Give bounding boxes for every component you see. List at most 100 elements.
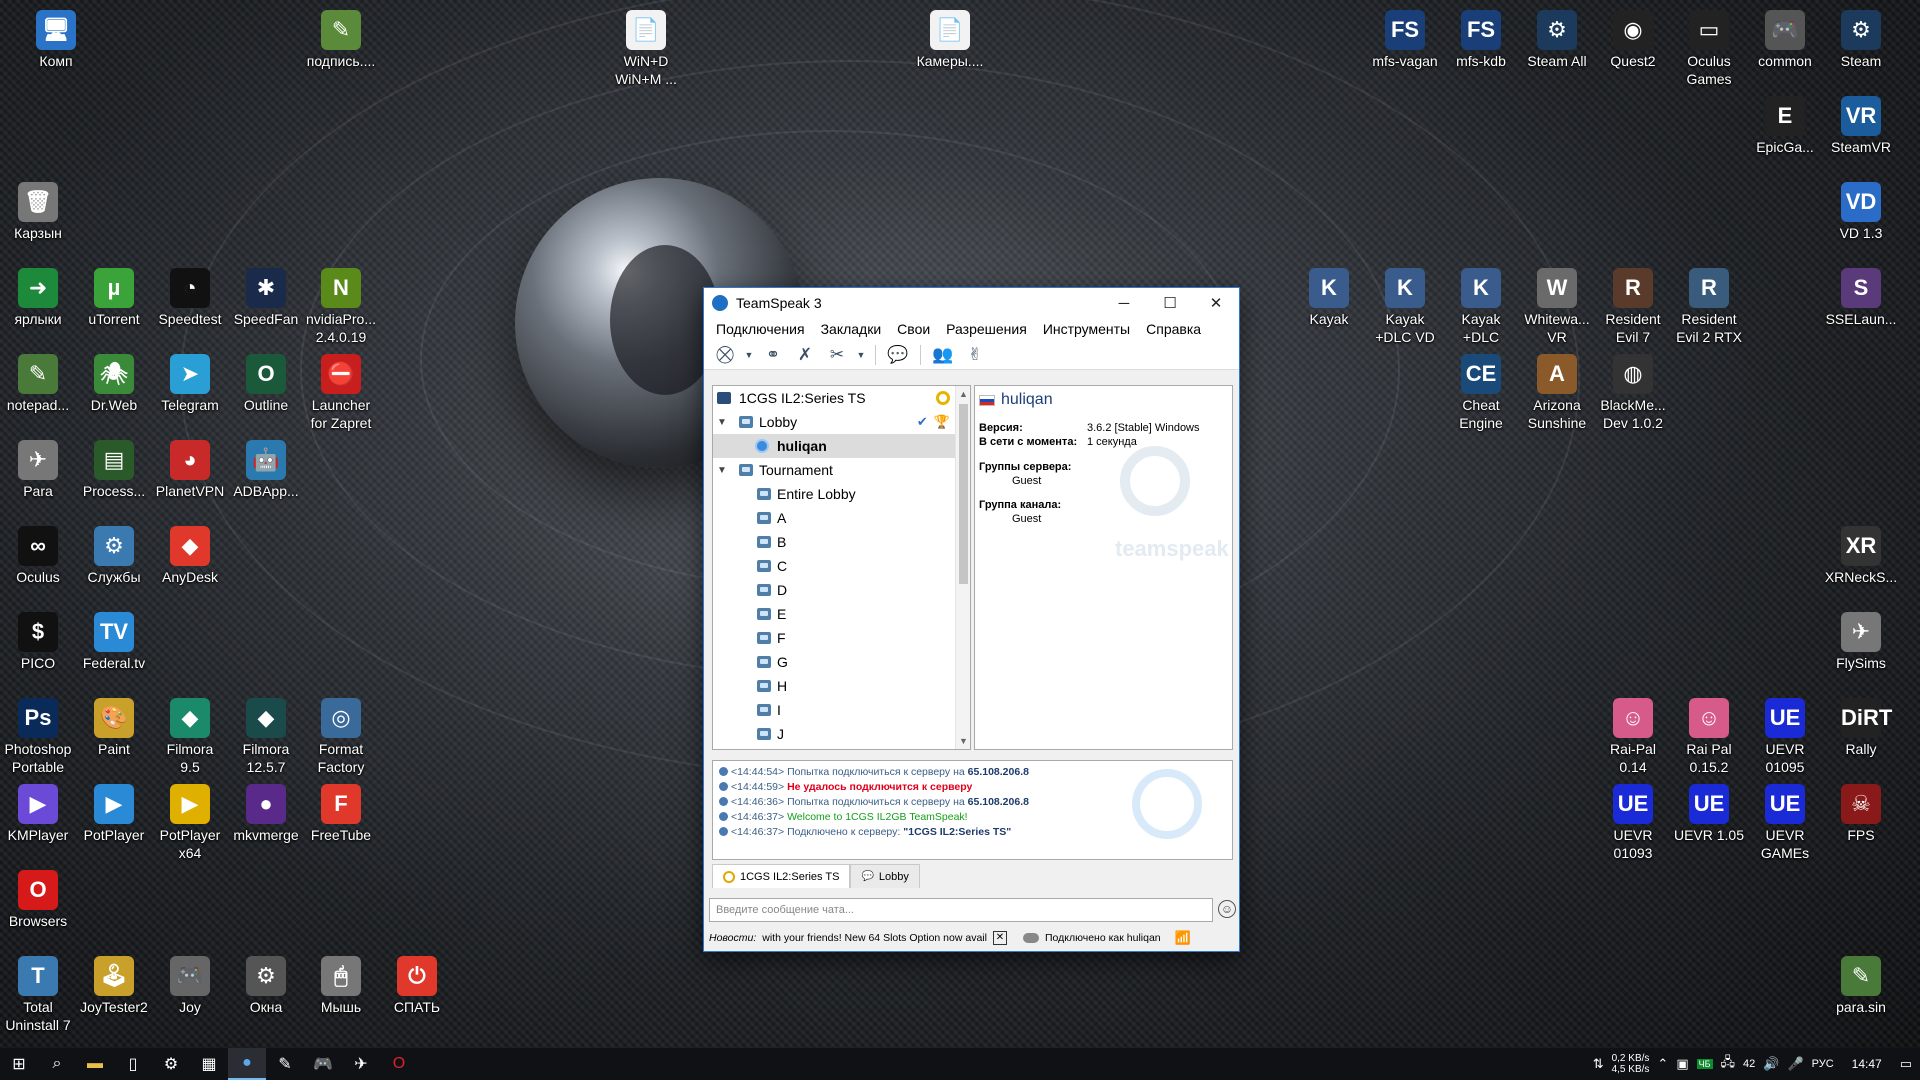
desktop-icon[interactable]: ✈ Para	[0, 436, 76, 500]
plane-icon[interactable]: ✈	[342, 1048, 380, 1080]
subchannel-row[interactable]: F	[713, 626, 970, 650]
tree-scrollbar[interactable]: ▲ ▼	[955, 386, 970, 749]
scroll-up-icon[interactable]: ▲	[956, 386, 970, 402]
notepad-icon[interactable]: ▯	[114, 1048, 152, 1080]
desktop-icon[interactable]: ∞ Oculus	[0, 522, 76, 586]
desktop-icon[interactable]: FS mfs-kdb	[1443, 6, 1519, 70]
desktop-icon[interactable]: W Whitewa... VR	[1519, 264, 1595, 346]
scroll-down-icon[interactable]: ▼	[956, 733, 970, 749]
desktop-icon[interactable]: ◎ Format Factory	[303, 694, 379, 776]
menu-bookmarks[interactable]: Закладки	[813, 321, 890, 338]
desktop-icon[interactable]: 📄 Камеры....	[912, 6, 988, 70]
gamepad-icon[interactable]: 🎮	[304, 1048, 342, 1080]
desktop-icon[interactable]: ☠ FPS	[1823, 780, 1899, 844]
desktop-icon[interactable]: Ps Photoshop Portable	[0, 694, 76, 776]
teamspeak-taskbar-icon[interactable]: ●	[228, 1048, 266, 1080]
desktop-icon[interactable]: µ uTorrent	[76, 264, 152, 328]
subchannel-row[interactable]: D	[713, 578, 970, 602]
subchannel-row[interactable]: G	[713, 650, 970, 674]
speaker-icon[interactable]: 🔊	[1763, 1056, 1779, 1072]
desktop-icon[interactable]: ⚙ Службы	[76, 522, 152, 586]
microphone-icon[interactable]: 🎤	[1787, 1056, 1803, 1072]
desktop-icon[interactable]: O Outline	[228, 350, 304, 414]
settings-icon[interactable]: ⚙	[152, 1048, 190, 1080]
desktop-icon[interactable]: ◕ PlanetVPN	[152, 436, 228, 500]
window-titlebar[interactable]: TeamSpeak 3 ─ ☐ ✕	[704, 288, 1239, 318]
mute-microphone-icon[interactable]: ✗	[792, 344, 818, 366]
desktop-icon[interactable]: UE UEVR 01095	[1747, 694, 1823, 776]
search-icon[interactable]: ⌕	[38, 1048, 76, 1080]
desktop-icon[interactable]: K Kayak +DLC	[1443, 264, 1519, 346]
log-ip[interactable]: 65.108.206.8	[968, 796, 1029, 808]
channel-tournament[interactable]: ▼ Tournament	[713, 458, 970, 482]
desktop-icon[interactable]: ● mkvmerge	[228, 780, 304, 844]
desktop-icon[interactable]: 🎮 common	[1747, 6, 1823, 70]
desktop-icon[interactable]: 🕷 Dr.Web	[76, 350, 152, 414]
mute-speakers-icon[interactable]: ✂	[824, 344, 850, 366]
desktop-icon[interactable]: R Resident Evil 2 RTX	[1671, 264, 1747, 346]
channel-lobby[interactable]: ▼ Lobby ✔ 🏆	[713, 410, 970, 434]
whisper-icon[interactable]: ✌	[962, 344, 988, 366]
desktop-icon[interactable]: A Arizona Sunshine	[1519, 350, 1595, 432]
desktop-icon[interactable]: XR XRNeckS...	[1823, 522, 1899, 586]
desktop-icon[interactable]: ☺ Rai-Pal 0.14	[1595, 694, 1671, 776]
desktop-icon[interactable]: 🖥 Комп	[18, 6, 94, 70]
desktop-icon[interactable]: ◍ BlackMe... Dev 1.0.2	[1595, 350, 1671, 432]
desktop-icon[interactable]: FS mfs-vagan	[1367, 6, 1443, 70]
desktop-icon[interactable]: CE Cheat Engine	[1443, 350, 1519, 432]
calculator-icon[interactable]: ▦	[190, 1048, 228, 1080]
keyboard-icon[interactable]: ▣	[1676, 1056, 1688, 1072]
maximize-button[interactable]: ☐	[1147, 288, 1193, 318]
desktop-icon[interactable]: ⚙ Окна	[228, 952, 304, 1016]
desktop-icon[interactable]: 🗑 Карзын	[0, 178, 76, 242]
desktop-icon[interactable]: ▭ Oculus Games	[1671, 6, 1747, 88]
desktop-icon[interactable]: 🕹 JoyTester2	[76, 952, 152, 1016]
desktop-icon[interactable]: F FreeTube	[303, 780, 379, 844]
news-ticker[interactable]: with your friends! New 64 Slots Option n…	[762, 932, 987, 944]
desktop-icon[interactable]: ◉ Quest2	[1595, 6, 1671, 70]
desktop-icon[interactable]: K Kayak +DLC VD	[1367, 264, 1443, 346]
desktop-icon[interactable]: ▶ PotPlayer	[76, 780, 152, 844]
menu-help[interactable]: Справка	[1138, 321, 1209, 338]
desktop-icon[interactable]: ➤ Telegram	[152, 350, 228, 414]
tab-server[interactable]: 1CGS IL2:Series TS	[712, 864, 851, 888]
server-row[interactable]: 1CGS IL2:Series TS	[713, 386, 970, 410]
chat-input[interactable]: Введите сообщение чата...	[709, 898, 1213, 922]
chevron-down-icon[interactable]: ▼	[715, 417, 729, 428]
log-server[interactable]: "1CGS IL2:Series TS"	[903, 826, 1011, 838]
desktop-icon[interactable]: T Total Uninstall 7	[0, 952, 76, 1034]
desktop-icon[interactable]: S SSELaun...	[1823, 264, 1899, 328]
connect-icon[interactable]: ⛒	[712, 344, 738, 366]
network-icon[interactable]: 🖧	[1721, 1053, 1736, 1075]
desktop-icon[interactable]: 🖱 Мышь	[303, 952, 379, 1016]
connection-quality-icon[interactable]: 📶	[1175, 930, 1191, 946]
desktop-icon[interactable]: 📄 WiN+D WiN+M ...	[608, 6, 684, 88]
desktop-icon[interactable]: ▶ PotPlayer x64	[152, 780, 228, 862]
subchannel-row[interactable]: B	[713, 530, 970, 554]
scrollbar-thumb[interactable]	[959, 404, 968, 584]
desktop-icon[interactable]: ✈ FlySims	[1823, 608, 1899, 672]
tool-icon[interactable]: ✎	[266, 1048, 304, 1080]
chevron-up-icon[interactable]: ⌃	[1657, 1056, 1668, 1072]
notifications-icon[interactable]: ▭	[1900, 1056, 1912, 1072]
desktop-icon[interactable]: O Browsers	[0, 866, 76, 930]
start-button[interactable]: ⊞	[0, 1048, 38, 1080]
subchannel-row[interactable]: I	[713, 698, 970, 722]
desktop-icon[interactable]: DiRT Rally	[1823, 694, 1899, 758]
subchannel-row[interactable]: Entire Lobby	[713, 482, 970, 506]
close-news-icon[interactable]: ✕	[992, 931, 1007, 945]
desktop-icon[interactable]: R Resident Evil 7	[1595, 264, 1671, 346]
log-ip[interactable]: 65.108.206.8	[968, 766, 1029, 778]
desktop-icon[interactable]: UE UEVR GAMEs	[1747, 780, 1823, 862]
menu-self[interactable]: Свои	[889, 321, 938, 338]
desktop-icon[interactable]: ▤ Process...	[76, 436, 152, 500]
input-language[interactable]: РУС	[1812, 1058, 1834, 1070]
desktop-icon[interactable]: VR SteamVR	[1823, 92, 1899, 156]
menu-tools[interactable]: Инструменты	[1035, 321, 1138, 338]
desktop-icon[interactable]: ✎ para.sin	[1823, 952, 1899, 1016]
desktop-icon[interactable]: UE UEVR 01093	[1595, 780, 1671, 862]
subchannel-row[interactable]: H	[713, 674, 970, 698]
desktop-icon[interactable]: ➜ ярлыки	[0, 264, 76, 328]
desktop-icon[interactable]: ◆ Filmora 12.5.7	[228, 694, 304, 776]
emoji-icon[interactable]: ☺	[1218, 900, 1236, 918]
